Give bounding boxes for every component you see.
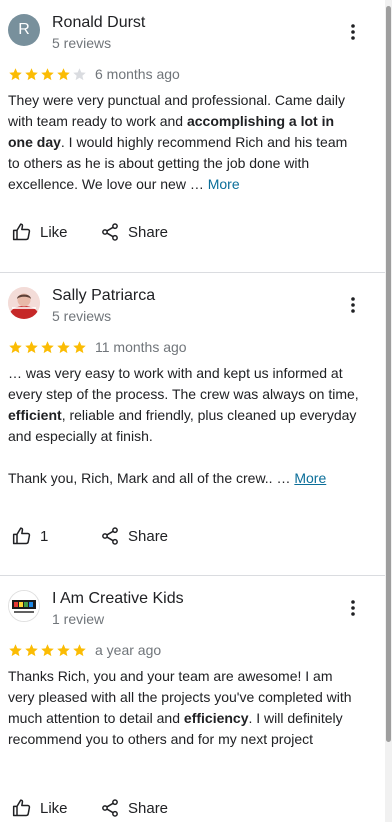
thumb-up-icon bbox=[12, 527, 31, 545]
review-card: Sally Patriarca 5 reviews 11 months ago … bbox=[0, 273, 385, 575]
rating-row: a year ago bbox=[8, 640, 371, 660]
review-header: R Ronald Durst 5 reviews bbox=[8, 0, 371, 62]
review-card: R Ronald Durst 5 reviews 6 months ago Th… bbox=[0, 0, 385, 272]
like-count: 1 bbox=[40, 527, 49, 545]
review-age: 11 months ago bbox=[95, 339, 187, 355]
review-text: … was very easy to work with and kept us… bbox=[8, 363, 371, 489]
star-filled-icon bbox=[57, 643, 70, 656]
star-filled-icon bbox=[9, 67, 22, 80]
reviewer-name[interactable]: Sally Patriarca bbox=[52, 287, 155, 305]
star-filled-icon bbox=[41, 643, 54, 656]
thumb-up-icon bbox=[12, 799, 31, 817]
review-card: I Am Creative Kids 1 review a year ago T… bbox=[0, 576, 385, 822]
reviewer-avatar[interactable]: R bbox=[8, 14, 40, 46]
like-button[interactable]: 1 bbox=[12, 518, 100, 554]
more-options-button[interactable] bbox=[343, 295, 363, 315]
avatar-letter: R bbox=[18, 21, 30, 38]
review-actions: Like Share bbox=[12, 790, 168, 822]
star-filled-icon bbox=[25, 643, 38, 656]
share-button[interactable]: Share bbox=[100, 790, 168, 822]
share-button[interactable]: Share bbox=[100, 214, 168, 250]
like-label: Like bbox=[40, 223, 68, 241]
more-vert-icon bbox=[351, 24, 355, 40]
like-button[interactable]: Like bbox=[12, 790, 100, 822]
review-header: Sally Patriarca 5 reviews bbox=[8, 273, 371, 335]
share-icon bbox=[102, 799, 118, 817]
review-text: They were very punctual and professional… bbox=[8, 90, 371, 195]
star-filled-icon bbox=[57, 340, 70, 353]
star-rating bbox=[8, 340, 87, 355]
star-filled-icon bbox=[57, 67, 70, 80]
profile-photo-icon bbox=[8, 287, 40, 319]
reviewer-name[interactable]: Ronald Durst bbox=[52, 14, 145, 32]
share-icon bbox=[102, 223, 118, 241]
thumb-up-icon bbox=[12, 223, 31, 241]
more-link[interactable]: More bbox=[208, 176, 240, 192]
rating-row: 6 months ago bbox=[8, 64, 371, 84]
star-filled-icon bbox=[73, 340, 86, 353]
review-text-part: … was very easy to work with and kept us… bbox=[8, 365, 359, 402]
review-text-highlight: efficiency bbox=[183, 710, 249, 726]
star-empty-icon bbox=[73, 67, 86, 80]
reviewer-review-count: 1 review bbox=[52, 611, 105, 627]
review-age: 6 months ago bbox=[95, 66, 180, 82]
review-text: Thanks Rich, you and your team are aweso… bbox=[8, 666, 371, 750]
reviewer-review-count: 5 reviews bbox=[52, 308, 112, 324]
reviewer-review-count: 5 reviews bbox=[52, 35, 112, 51]
review-text-part: Thank you, Rich, Mark and all of the cre… bbox=[8, 470, 295, 486]
star-filled-icon bbox=[41, 67, 54, 80]
like-label: Like bbox=[40, 799, 68, 817]
star-filled-icon bbox=[25, 67, 38, 80]
star-filled-icon bbox=[9, 340, 22, 353]
rating-row: 11 months ago bbox=[8, 337, 371, 357]
more-options-button[interactable] bbox=[343, 22, 363, 42]
star-filled-icon bbox=[73, 643, 86, 656]
review-header: I Am Creative Kids 1 review bbox=[8, 576, 371, 638]
reviews-feed: R Ronald Durst 5 reviews 6 months ago Th… bbox=[0, 0, 385, 822]
star-rating bbox=[8, 67, 87, 82]
more-options-button[interactable] bbox=[343, 598, 363, 618]
more-vert-icon bbox=[351, 297, 355, 313]
star-filled-icon bbox=[25, 340, 38, 353]
company-logo-icon bbox=[9, 591, 39, 621]
reviewer-avatar[interactable] bbox=[8, 287, 40, 319]
review-actions: 1 Share bbox=[12, 518, 168, 554]
review-age: a year ago bbox=[95, 642, 162, 658]
star-rating bbox=[8, 643, 87, 658]
star-filled-icon bbox=[9, 643, 22, 656]
review-text-highlight: efficient bbox=[8, 407, 62, 423]
share-button[interactable]: Share bbox=[100, 518, 168, 554]
reviewer-avatar[interactable] bbox=[8, 590, 40, 622]
share-label: Share bbox=[128, 799, 169, 817]
more-link[interactable]: More bbox=[294, 470, 326, 486]
scrollbar-thumb[interactable] bbox=[386, 6, 391, 742]
reviewer-name[interactable]: I Am Creative Kids bbox=[52, 590, 184, 608]
scrollbar[interactable] bbox=[385, 0, 392, 822]
share-label: Share bbox=[128, 527, 169, 545]
review-actions: Like Share bbox=[12, 214, 168, 250]
more-vert-icon bbox=[351, 600, 355, 616]
share-label: Share bbox=[128, 223, 169, 241]
share-icon bbox=[102, 527, 118, 545]
star-filled-icon bbox=[41, 340, 54, 353]
like-button[interactable]: Like bbox=[12, 214, 100, 250]
